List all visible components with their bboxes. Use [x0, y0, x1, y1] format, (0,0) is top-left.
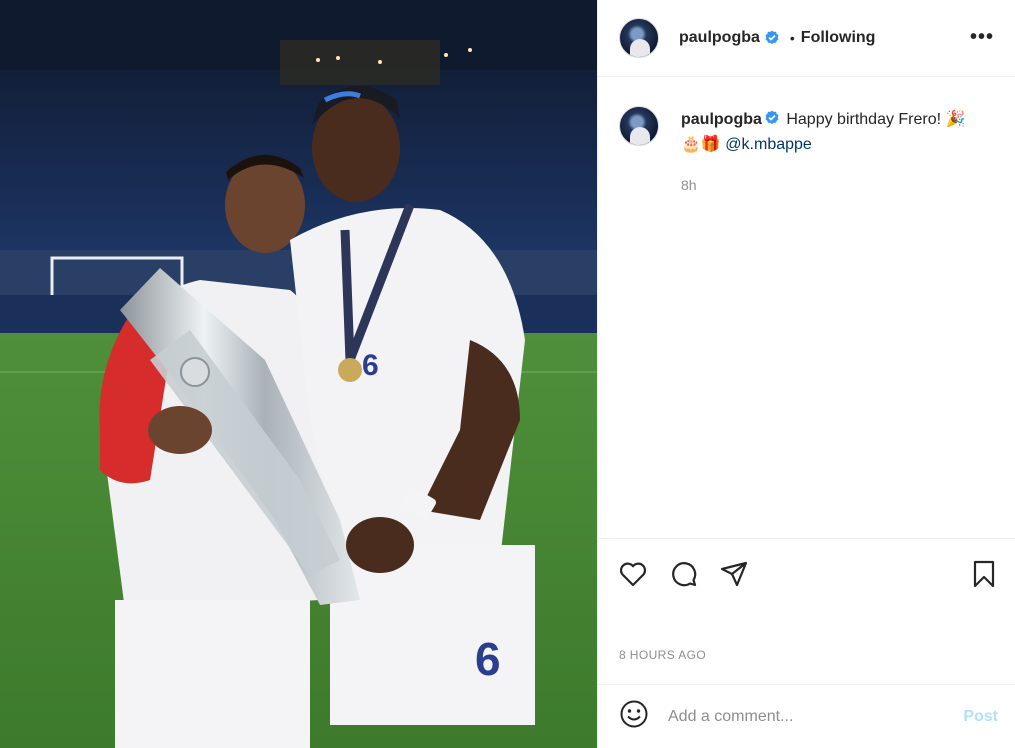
smiley-icon[interactable] — [619, 699, 649, 734]
author-username[interactable]: paulpogba — [679, 29, 760, 47]
post-timestamp[interactable]: 8 HOURS AGO — [619, 648, 706, 662]
comments-section: paulpogba Happy birthday Frero! 🎉 🎂🎁 @k.… — [598, 78, 1015, 538]
comment-bubble-icon[interactable] — [669, 559, 699, 589]
author-avatar[interactable] — [619, 18, 659, 58]
bookmark-icon[interactable] — [969, 559, 999, 589]
header-separator: • — [789, 30, 795, 46]
post-photo[interactable]: 6 6 — [0, 0, 597, 748]
caption-time[interactable]: 8h — [681, 177, 995, 193]
action-bar — [598, 538, 1015, 604]
caption-text: paulpogba Happy birthday Frero! 🎉 🎂🎁 @k.… — [681, 108, 995, 157]
verified-badge-icon — [764, 30, 780, 46]
caption-body: Happy birthday Frero! 🎉 — [786, 111, 966, 128]
mention-link[interactable]: @k.mbappe — [725, 136, 812, 153]
comment-input[interactable] — [668, 707, 958, 726]
post-header: paulpogba • Following ••• — [598, 0, 1015, 77]
verified-badge-icon — [764, 110, 780, 126]
svg-text:6: 6 — [362, 349, 379, 382]
caption-emojis: 🎂🎁 — [681, 134, 721, 153]
following-button[interactable]: Following — [801, 29, 876, 47]
heart-icon[interactable] — [618, 559, 648, 589]
caption-row: paulpogba Happy birthday Frero! 🎉 🎂🎁 @k.… — [619, 106, 995, 157]
paper-plane-icon[interactable] — [719, 559, 749, 589]
caption-avatar[interactable] — [619, 106, 659, 146]
more-options-icon[interactable]: ••• — [970, 26, 994, 49]
post-photo-image: 6 6 — [0, 0, 597, 748]
post-comment-button[interactable]: Post — [963, 708, 998, 726]
caption-username[interactable]: paulpogba — [681, 111, 762, 128]
svg-text:6: 6 — [475, 633, 501, 685]
add-comment-bar: Post — [598, 684, 1015, 748]
post-detail-panel: paulpogba • Following ••• paulpogba Happ… — [597, 0, 1015, 748]
